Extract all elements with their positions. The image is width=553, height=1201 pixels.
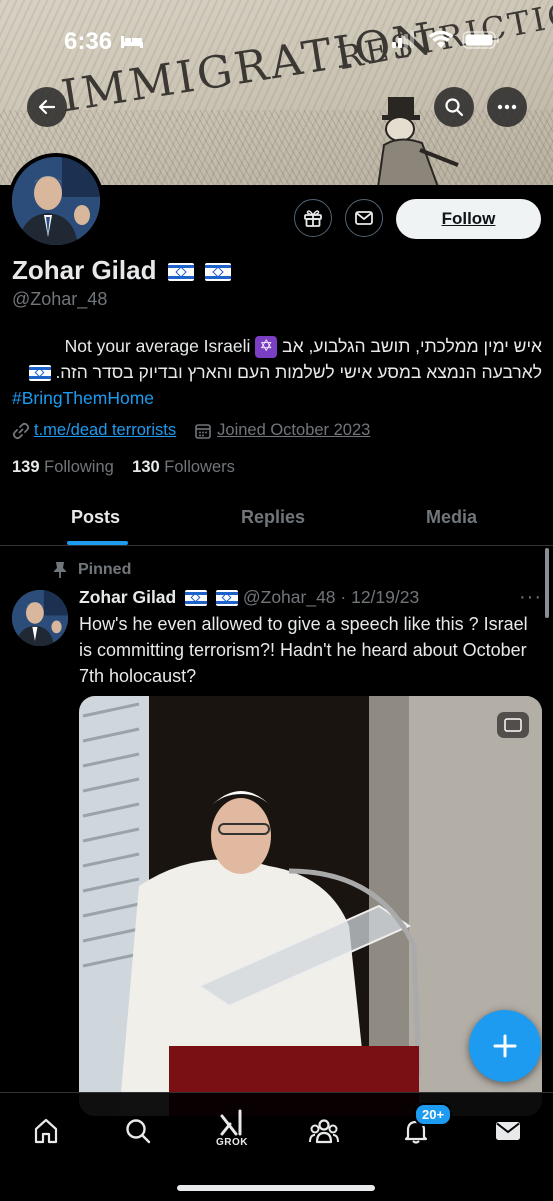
bottom-navigation: GROK 20+ (0, 1092, 553, 1201)
israel-flag-icon (167, 263, 194, 282)
israel-flag-icon (215, 590, 238, 607)
bio-line-1: Not your average Israeli ✡ איש ימין ממלכ… (12, 333, 542, 359)
notifications-badge: 20+ (414, 1103, 453, 1126)
followers-label: Followers (164, 458, 235, 476)
tab-replies[interactable]: Replies (241, 507, 305, 528)
bio-line-2: לארבעה הנמצא במסע אישי לשלמות העם והארץ … (12, 359, 542, 385)
avatar-image (12, 590, 68, 646)
profile-meta: t.me/dead terrorists Joined October 2023 (12, 421, 370, 440)
communities-icon (309, 1119, 339, 1144)
post-header: Zohar Gilad @Zohar_48 · 12/19/23 (79, 587, 419, 608)
home-indicator[interactable] (177, 1185, 375, 1191)
avatar-image (12, 157, 100, 245)
arrow-left-icon (38, 99, 56, 115)
envelope-icon (355, 211, 373, 225)
tab-media[interactable]: Media (426, 507, 477, 528)
post-author-avatar[interactable] (12, 590, 68, 646)
following-link[interactable]: 139 Following (12, 458, 114, 476)
profile-name-row: Zohar Gilad (12, 255, 231, 286)
more-options-button[interactable] (487, 87, 527, 127)
calendar-icon (195, 423, 211, 439)
scrollbar[interactable] (545, 548, 549, 618)
search-icon (445, 98, 464, 117)
joined-date: Joined October 2023 (217, 421, 371, 439)
pinned-indicator: Pinned (52, 561, 131, 579)
wifi-icon (428, 30, 454, 48)
profile-avatar[interactable] (8, 153, 104, 249)
envelope-icon (496, 1122, 520, 1140)
post-author-name[interactable]: Zohar Gilad (79, 587, 176, 607)
israel-flag-icon (28, 365, 51, 382)
grok-label: GROK (216, 1137, 248, 1148)
profile-handle: @Zohar_48 (12, 289, 108, 309)
post-handle-date: @Zohar_48 · 12/19/23 (242, 587, 420, 607)
bio-hebrew-1: איש ימין ממלכתי, תושב הגלבוע, אב (282, 336, 542, 356)
following-count: 139 (12, 458, 40, 476)
status-bar: 6:36 (0, 0, 553, 80)
search-icon (126, 1119, 151, 1144)
battery-icon (462, 31, 499, 49)
more-horizontal-icon (497, 104, 517, 110)
follow-counts: 139 Following 130 Followers (12, 458, 235, 477)
active-tab-indicator (67, 541, 128, 545)
bio-hashtag[interactable]: #BringThemHome (12, 385, 542, 411)
message-button[interactable] (345, 199, 383, 237)
following-label: Following (44, 458, 114, 476)
tab-posts[interactable]: Posts (71, 507, 120, 528)
sleep-focus-icon (121, 36, 143, 48)
followers-count: 130 (132, 458, 160, 476)
followers-link[interactable]: 130 Followers (132, 458, 235, 476)
follow-button[interactable]: Follow (396, 199, 541, 239)
bio-english: Not your average Israeli (64, 336, 251, 356)
nav-messages[interactable] (488, 1111, 528, 1151)
nav-communities[interactable] (304, 1111, 344, 1151)
nav-search[interactable] (118, 1111, 158, 1151)
back-button[interactable] (27, 87, 67, 127)
post-more-icon[interactable]: ··· (519, 586, 542, 609)
grok-icon (220, 1109, 242, 1136)
pinned-label: Pinned (78, 561, 132, 578)
profile-bio: Not your average Israeli ✡ איש ימין ממלכ… (12, 333, 542, 411)
cellular-signal-icon (392, 30, 414, 48)
pin-icon (54, 562, 66, 578)
compose-post-button[interactable] (469, 1010, 541, 1082)
gift-icon (304, 210, 322, 227)
search-button[interactable] (434, 87, 474, 127)
post-text: How's he even allowed to give a speech l… (79, 614, 528, 686)
nav-home[interactable] (26, 1111, 66, 1151)
israel-flag-icon (185, 590, 208, 607)
star-of-david-icon: ✡ (255, 336, 278, 359)
plus-icon (493, 1034, 517, 1058)
status-time: 6:36 (64, 28, 113, 55)
bio-hebrew-2: לארבעה הנמצא במסע אישי לשלמות העם והארץ … (55, 362, 542, 382)
profile-name: Zohar Gilad (12, 255, 157, 285)
profile-tabs: Posts Replies Media (0, 497, 553, 546)
link-icon (12, 422, 30, 439)
israel-flag-icon (204, 263, 231, 282)
home-icon (34, 1118, 58, 1144)
profile-link[interactable]: t.me/dead terrorists (34, 421, 176, 440)
subscribe-gift-button[interactable] (294, 199, 332, 237)
